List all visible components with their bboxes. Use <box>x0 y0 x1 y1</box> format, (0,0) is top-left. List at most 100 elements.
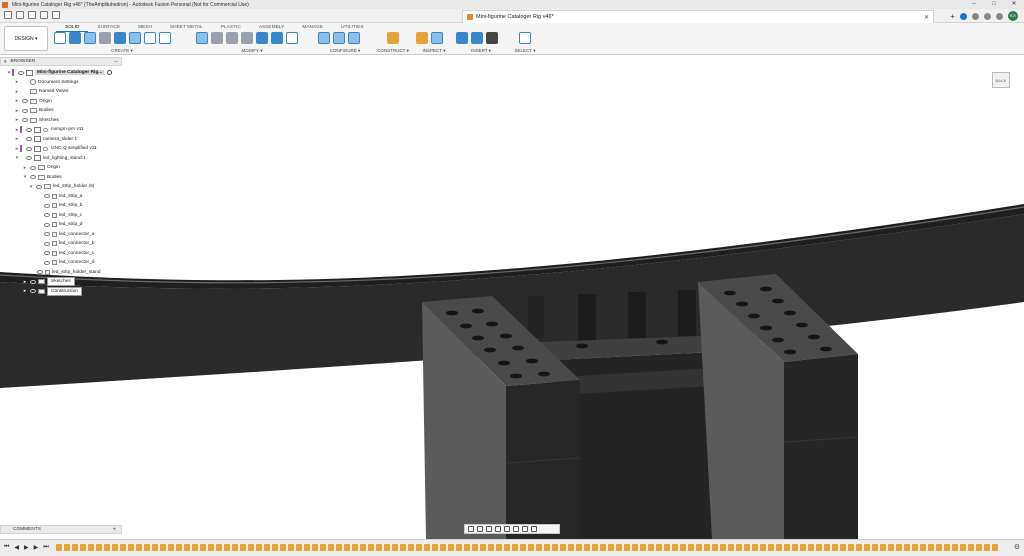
timeline-feature-icon[interactable] <box>152 544 158 551</box>
timeline-feature-icon[interactable] <box>760 544 766 551</box>
timeline-feature-icon[interactable] <box>96 544 102 551</box>
configure-theme-icon[interactable] <box>348 32 360 44</box>
timeline-feature-icon[interactable] <box>568 544 574 551</box>
timeline-feature-icon[interactable] <box>480 544 486 551</box>
timeline-track[interactable] <box>56 543 1006 553</box>
offset-face-icon[interactable] <box>271 32 283 44</box>
chevron-right-icon[interactable]: ▸ <box>14 98 20 104</box>
timeline-feature-icon[interactable] <box>584 544 590 551</box>
timeline-feature-icon[interactable] <box>832 544 838 551</box>
timeline-feature-icon[interactable] <box>408 544 414 551</box>
zoom-icon[interactable] <box>495 526 501 532</box>
timeline-feature-icon[interactable] <box>392 544 398 551</box>
configure-rule-icon[interactable] <box>333 32 345 44</box>
fit-icon[interactable] <box>504 526 510 532</box>
timeline-feature-icon[interactable] <box>712 544 718 551</box>
timeline-feature-icon[interactable] <box>496 544 502 551</box>
mirror-icon[interactable] <box>159 32 171 44</box>
eye-icon[interactable] <box>44 213 50 218</box>
eye-icon[interactable] <box>44 260 50 265</box>
activate-target-icon[interactable] <box>107 70 113 76</box>
tree-item[interactable]: ▸ camera_slider:1 <box>14 135 77 145</box>
chevron-down-icon[interactable]: ▾ <box>22 174 28 180</box>
timeline-feature-icon[interactable] <box>112 544 118 551</box>
timeline-feature-icon[interactable] <box>808 544 814 551</box>
eye-icon[interactable] <box>22 99 28 104</box>
user-avatar[interactable]: KA <box>1008 11 1018 21</box>
timeline-feature-icon[interactable] <box>752 544 758 551</box>
redo-icon[interactable] <box>52 11 60 19</box>
timeline-feature-icon[interactable] <box>768 544 774 551</box>
timeline-feature-icon[interactable] <box>848 544 854 551</box>
timeline-feature-icon[interactable] <box>440 544 446 551</box>
timeline-feature-icon[interactable] <box>888 544 894 551</box>
timeline-feature-icon[interactable] <box>904 544 910 551</box>
timeline-feature-icon[interactable] <box>968 544 974 551</box>
minimize-button[interactable]: – <box>964 0 984 9</box>
tree-item[interactable]: ▸ UNO Q simplified v11 <box>14 144 97 154</box>
extrude-icon[interactable] <box>69 32 81 44</box>
timeline-feature-icon[interactable] <box>864 544 870 551</box>
construct-group-label[interactable]: CONSTRUCT ▾ <box>376 48 410 54</box>
tree-item[interactable]: led_connector_b <box>42 239 94 249</box>
timeline-feature-icon[interactable] <box>72 544 78 551</box>
revolve-icon[interactable] <box>84 32 96 44</box>
pattern-icon[interactable] <box>144 32 156 44</box>
chevron-right-icon[interactable]: ▸ <box>14 108 20 114</box>
timeline-feature-icon[interactable] <box>704 544 710 551</box>
timeline-feature-icon[interactable] <box>456 544 462 551</box>
timeline-feature-icon[interactable] <box>680 544 686 551</box>
eye-icon[interactable] <box>30 175 36 180</box>
tree-item[interactable]: ▸ Document Settings <box>14 78 79 88</box>
display-settings-icon[interactable] <box>513 526 519 532</box>
shell-icon[interactable] <box>241 32 253 44</box>
create-form-icon[interactable] <box>114 32 126 44</box>
timeline-feature-icon[interactable] <box>736 544 742 551</box>
tree-item[interactable]: ▸ mimgm-pm v11 <box>14 125 84 135</box>
insert-canvas-icon[interactable] <box>471 32 483 44</box>
timeline-feature-icon[interactable] <box>88 544 94 551</box>
configure-table-icon[interactable] <box>318 32 330 44</box>
new-tab-icon[interactable]: + <box>950 12 955 20</box>
eye-icon[interactable] <box>30 279 36 284</box>
chevron-right-icon[interactable]: ▸ <box>14 117 20 123</box>
timeline-feature-icon[interactable] <box>952 544 958 551</box>
timeline-feature-icon[interactable] <box>504 544 510 551</box>
eye-icon[interactable] <box>37 270 43 275</box>
timeline-feature-icon[interactable] <box>264 544 270 551</box>
tree-item[interactable]: ▸ Origin <box>22 163 60 173</box>
tree-item[interactable]: led_strip_holder_stand <box>35 268 101 278</box>
close-tab-icon[interactable]: ✕ <box>924 14 929 21</box>
move-copy-icon[interactable] <box>286 32 298 44</box>
collapse-browser-icon[interactable]: ▾ <box>4 59 7 65</box>
eye-icon[interactable] <box>30 289 36 294</box>
create-group-label[interactable]: CREATE ▾ <box>54 48 190 54</box>
sweep-icon[interactable] <box>129 32 141 44</box>
tree-item[interactable]: led_strip_d <box>42 220 82 230</box>
tree-item[interactable]: ▸ Origin <box>14 97 52 107</box>
timeline-feature-icon[interactable] <box>600 544 606 551</box>
timeline-feature-icon[interactable] <box>464 544 470 551</box>
timeline-feature-icon[interactable] <box>688 544 694 551</box>
timeline-feature-icon[interactable] <box>536 544 542 551</box>
timeline-feature-icon[interactable] <box>520 544 526 551</box>
chamfer-icon[interactable] <box>226 32 238 44</box>
timeline-feature-icon[interactable] <box>312 544 318 551</box>
measure-icon[interactable] <box>416 32 428 44</box>
timeline-feature-icon[interactable] <box>720 544 726 551</box>
eye-icon[interactable] <box>18 70 24 75</box>
maximize-button[interactable]: □ <box>984 0 1004 9</box>
tree-item[interactable]: ▸ Sketches <box>22 277 75 287</box>
tree-item[interactable]: ▸ Named Views <box>14 87 69 97</box>
eye-icon[interactable] <box>30 165 36 170</box>
eye-icon[interactable] <box>26 146 32 151</box>
timeline-feature-icon[interactable] <box>192 544 198 551</box>
eye-icon[interactable] <box>44 251 50 256</box>
timeline-feature-icon[interactable] <box>248 544 254 551</box>
timeline-feature-icon[interactable] <box>216 544 222 551</box>
timeline-feature-icon[interactable] <box>880 544 886 551</box>
timeline-settings-icon[interactable]: ⚙ <box>1014 543 1020 551</box>
timeline-feature-icon[interactable] <box>824 544 830 551</box>
eye-icon[interactable] <box>44 203 50 208</box>
timeline-feature-icon[interactable] <box>912 544 918 551</box>
